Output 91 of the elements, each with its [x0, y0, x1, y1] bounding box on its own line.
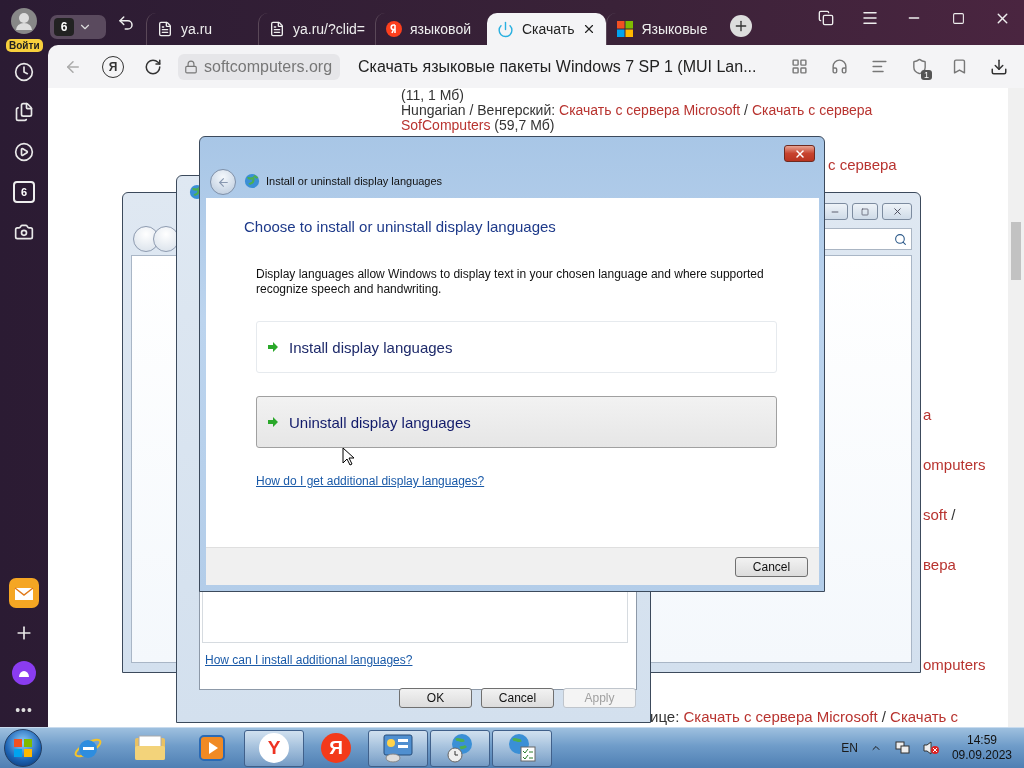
lock-icon [184, 59, 198, 74]
page-link[interactable]: omputers [923, 656, 986, 673]
user-avatar-icon[interactable] [11, 8, 37, 34]
play-icon[interactable] [14, 142, 34, 162]
yandex-logo: Я [321, 733, 351, 763]
page-link[interactable]: вера [923, 556, 956, 573]
history-icon[interactable] [14, 62, 34, 82]
media-player-icon [198, 734, 226, 762]
document-icon [269, 21, 285, 37]
grid-icon[interactable] [790, 58, 808, 75]
page-text: / [880, 708, 887, 725]
taskbar-button[interactable] [430, 729, 490, 767]
dialog-button[interactable]: Cancel [481, 688, 554, 708]
yandex-icon [386, 21, 402, 37]
taskbar-button[interactable]: Y [244, 729, 304, 767]
network-icon[interactable] [893, 740, 910, 756]
start-button[interactable] [4, 729, 42, 767]
browser-logo: Y [259, 733, 289, 763]
folder-icon [134, 734, 166, 762]
document-icon [157, 21, 173, 37]
clock[interactable]: 14:59 09.09.2023 [951, 733, 1012, 763]
page-text: / [743, 102, 749, 118]
camera-icon[interactable] [14, 222, 34, 242]
dialog-heading: Choose to install or uninstall display languages [244, 218, 557, 235]
arrow-icon [267, 416, 279, 428]
page-link[interactable]: omputers [923, 456, 986, 473]
tab-counter-button[interactable]: 6 [50, 15, 106, 39]
browser-tab[interactable]: Скачать [487, 13, 607, 45]
undo-arrow-icon[interactable] [117, 14, 135, 32]
help-link[interactable]: How can I install additional languages? [205, 653, 413, 667]
close-icon [891, 206, 903, 217]
page-text: (59,7 Мб) [494, 117, 555, 133]
arrow-icon [267, 341, 279, 353]
language-indicator[interactable]: EN [841, 741, 858, 755]
page-text: (11, 1 Мб) [401, 88, 464, 103]
forward-button[interactable] [153, 226, 179, 252]
close-button[interactable] [784, 145, 815, 162]
speaker-muted-icon[interactable] [921, 740, 940, 756]
help-link[interactable]: How do I get additional display languages? [256, 474, 485, 488]
menu-icon[interactable] [861, 9, 879, 27]
close-icon [793, 147, 806, 160]
dialog-button[interactable]: OK [399, 688, 472, 708]
page-link[interactable]: Скачать с сервера Microsoft [559, 102, 741, 118]
new-tab-button[interactable] [730, 15, 753, 37]
reload-icon[interactable] [144, 57, 162, 76]
scrollbar[interactable] [1008, 88, 1024, 727]
control-panel-icon [381, 733, 415, 763]
maximize-icon [861, 207, 869, 216]
assistant-icon[interactable] [12, 661, 36, 685]
collections-icon[interactable] [14, 102, 34, 122]
taskbar-button[interactable] [492, 729, 552, 767]
page-link[interactable]: Скачать с сервера [751, 102, 873, 118]
page-title: Скачать языковые пакеты Windows 7 SP 1 (MUI Lan... [358, 57, 758, 76]
search-icon [894, 232, 907, 246]
bookmarks-icon[interactable] [818, 10, 834, 26]
command-link[interactable]: Install display languages [256, 321, 777, 373]
page-link[interactable]: Скачать с сервера Microsoft [683, 708, 878, 725]
back-button[interactable] [210, 169, 236, 195]
back-arrow-icon [216, 175, 230, 189]
counter-badge[interactable]: 6 [13, 181, 35, 203]
page-text: Hungarian / Венгерский: [401, 102, 557, 118]
dialog-description: Display languages allow Windows to display text in your chosen language and where supported recognize speech and handwriting. [256, 267, 765, 297]
address-field[interactable]: softcomputers.org [178, 53, 341, 80]
globe-checklist-icon [506, 732, 538, 764]
page-link[interactable]: Скачать с [890, 708, 959, 725]
taskbar-button[interactable] [368, 729, 428, 767]
login-badge[interactable]: Войти [6, 39, 43, 52]
page-link[interactable]: с сервера [828, 156, 897, 173]
more-menu[interactable]: ••• [15, 693, 33, 727]
dialog-title: Install or uninstall display languages [266, 175, 443, 187]
page-text: ице: [650, 708, 681, 725]
page-link[interactable]: soft [923, 506, 948, 523]
globe-icon [244, 173, 260, 189]
windows-logo-icon [617, 21, 634, 37]
mail-icon[interactable] [9, 578, 39, 608]
command-link[interactable]: Uninstall display languages [256, 396, 777, 448]
scroll-thumb[interactable] [1011, 222, 1021, 280]
download-icon[interactable] [990, 57, 1008, 76]
page-link[interactable]: SofComputers [401, 117, 491, 133]
reader-icon[interactable] [870, 58, 888, 75]
cursor-icon [342, 447, 354, 466]
page-link[interactable]: а [923, 406, 932, 423]
maximize-icon[interactable] [951, 11, 965, 25]
cancel-button[interactable]: Cancel [735, 556, 808, 577]
windows-logo-icon [14, 739, 32, 757]
headphones-icon[interactable] [830, 58, 848, 75]
shield-count: 1 [921, 69, 932, 80]
taskbar-button[interactable]: Я [306, 729, 366, 767]
power-icon [497, 20, 514, 38]
tab-count: 6 [54, 18, 74, 36]
page-text: / [950, 506, 956, 523]
